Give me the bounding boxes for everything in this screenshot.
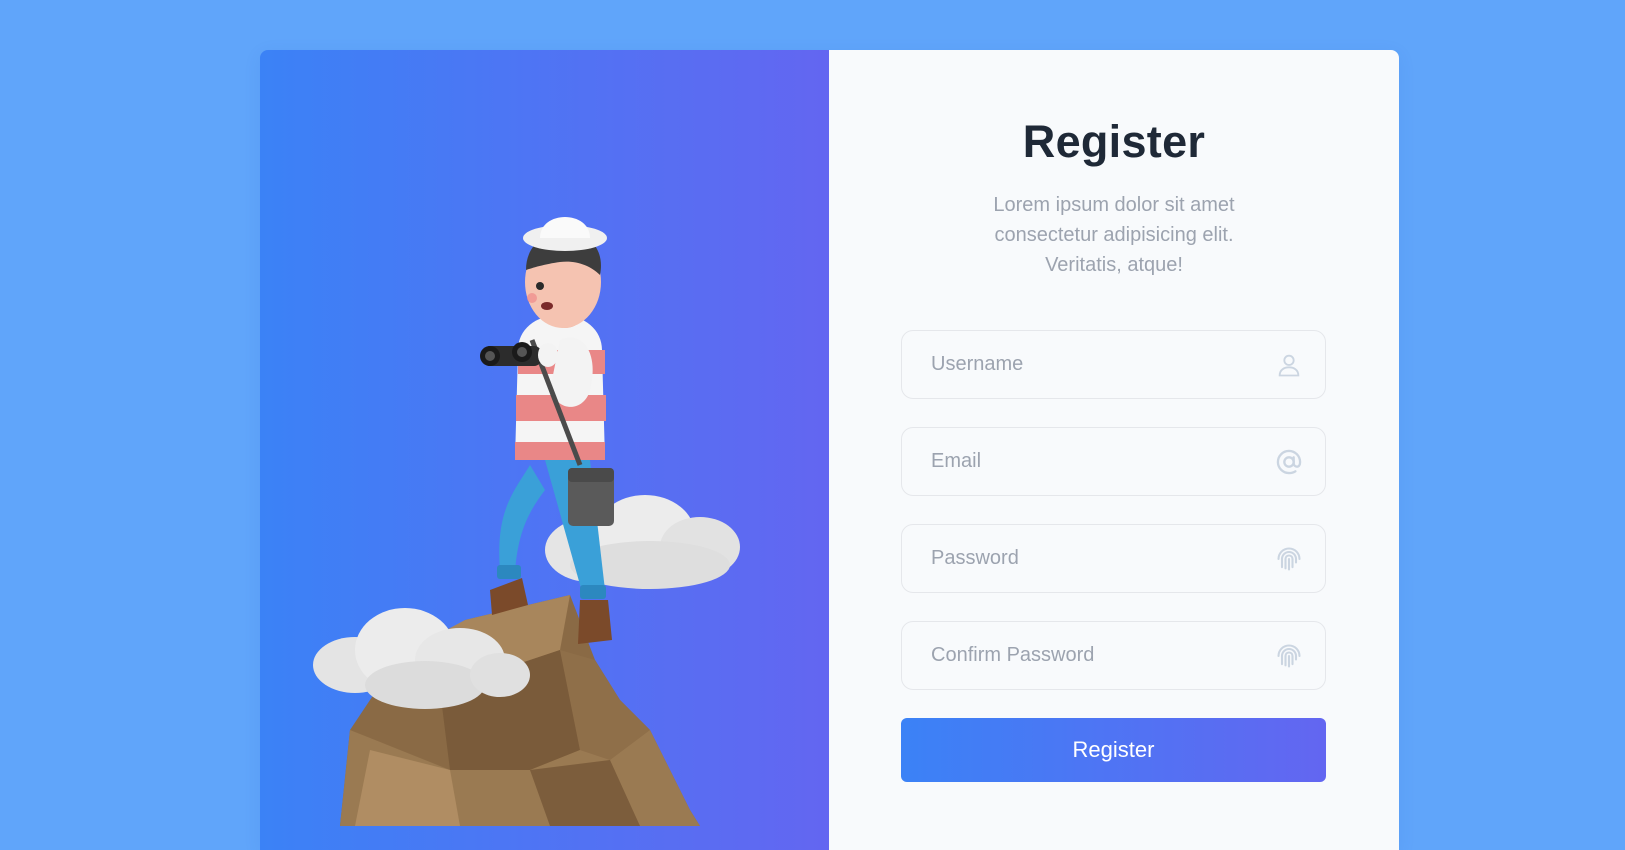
cuff-right	[580, 585, 606, 599]
page-title: Register	[1022, 116, 1206, 167]
register-button[interactable]: Register	[901, 718, 1326, 782]
explorer-illustration	[313, 217, 740, 826]
cuff-left	[497, 565, 521, 579]
fingerprint-icon	[1277, 547, 1301, 571]
at-sign-icon	[1276, 449, 1302, 475]
character-leg-left	[499, 465, 545, 572]
password-field-wrapper	[901, 524, 1326, 593]
register-form-panel: Register Lorem ipsum dolor sit amet cons…	[829, 50, 1399, 850]
email-field-wrapper	[901, 427, 1326, 496]
character-mouth	[541, 302, 553, 310]
character-cheek	[527, 293, 537, 303]
character-hand	[538, 343, 558, 367]
subtitle-line: Veritatis, atque!	[1045, 254, 1183, 276]
shirt-stripe	[515, 442, 605, 460]
hero-panel	[260, 50, 829, 850]
subtitle-line: consectetur adipisicing elit.	[994, 224, 1234, 246]
subtitle-line: Lorem ipsum dolor sit amet	[993, 194, 1235, 216]
fingerprint-icon	[1277, 644, 1301, 668]
shoulder-bag-flap	[568, 468, 614, 482]
username-field-wrapper	[901, 330, 1326, 399]
username-input[interactable]	[902, 331, 1325, 398]
password-input[interactable]	[902, 525, 1325, 592]
confirm-password-field-wrapper	[901, 621, 1326, 690]
hat-crown	[540, 217, 590, 238]
user-icon	[1278, 354, 1300, 377]
register-card: Register Lorem ipsum dolor sit amet cons…	[260, 50, 1399, 850]
shoe-right	[578, 600, 612, 644]
page-subtitle: Lorem ipsum dolor sit amet consectetur a…	[829, 190, 1399, 280]
character-eye	[536, 282, 544, 290]
email-input[interactable]	[902, 428, 1325, 495]
binocular-lens-glass	[485, 351, 495, 361]
binocular-lens-glass	[517, 347, 527, 357]
confirm-password-input[interactable]	[902, 622, 1325, 689]
